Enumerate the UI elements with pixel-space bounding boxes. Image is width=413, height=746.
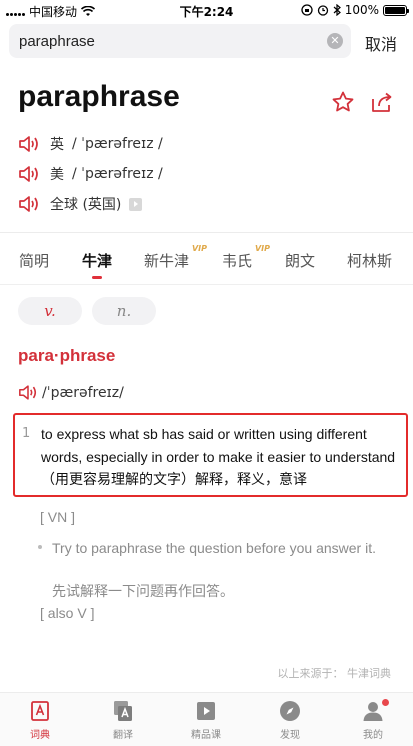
notification-dot xyxy=(382,699,389,706)
speaker-icon[interactable] xyxy=(18,165,40,183)
translate-icon xyxy=(114,701,132,721)
speaker-icon[interactable] xyxy=(18,135,40,153)
definition-highlight: 1 to express what sb has said or written… xyxy=(13,413,408,497)
nav-discover[interactable]: 发现 xyxy=(260,699,320,741)
expand-arrow-icon[interactable] xyxy=(129,197,143,211)
pron-ipa: / ˈpærəfreɪz / xyxy=(72,136,163,152)
dictionary-icon xyxy=(31,701,49,721)
pron-global[interactable]: 全球 (英国) xyxy=(18,193,143,215)
grammar-code: [ VN ] xyxy=(40,509,76,525)
vip-badge: VIP xyxy=(191,244,208,253)
tab-longman[interactable]: 朗文 xyxy=(285,250,315,271)
pron-region-label: 全球 (英国) xyxy=(50,197,122,213)
search-box: ✕ xyxy=(9,24,351,58)
favorite-star-icon[interactable] xyxy=(331,90,355,114)
speaker-icon[interactable] xyxy=(18,195,40,213)
pron-ipa: / ˈpærəfreɪz / xyxy=(72,166,163,182)
battery-icon xyxy=(383,4,409,16)
bluetooth-icon xyxy=(333,4,341,16)
active-tab-indicator xyxy=(92,276,102,279)
tab-concise[interactable]: 简明 xyxy=(19,250,49,271)
definition-text: to express what sb has said or written u… xyxy=(41,426,396,487)
source-note: 以上来源于： 牛津词典 xyxy=(277,667,392,680)
clear-icon[interactable]: ✕ xyxy=(327,33,343,49)
sense-number: 1 xyxy=(22,426,31,441)
vip-badge: VIP xyxy=(254,244,271,253)
example-chinese: 先试解释一下问题再作回答。 xyxy=(52,584,234,600)
grammar-also: [ also V ] xyxy=(40,605,95,621)
share-icon[interactable] xyxy=(370,90,394,114)
compass-icon xyxy=(280,701,300,721)
tab-new-oxford[interactable]: 新牛津 VIP xyxy=(144,244,207,271)
speaker-icon[interactable] xyxy=(18,384,38,401)
search-input[interactable] xyxy=(19,24,319,58)
nav-profile[interactable]: 我的 xyxy=(343,699,403,741)
nav-dictionary[interactable]: 词典 xyxy=(10,699,70,741)
cancel-button[interactable]: 取消 xyxy=(365,31,397,55)
battery-percent: 100% xyxy=(344,3,379,17)
headword-title: paraphrase xyxy=(18,80,180,113)
example-bullet xyxy=(38,545,42,549)
bottom-nav: 词典 翻译 精品课 发现 我的 xyxy=(0,692,413,746)
nav-courses[interactable]: 精品课 xyxy=(176,699,236,741)
rotation-lock-icon xyxy=(301,4,313,16)
pron-uk[interactable]: 英 / ˈpærəfreɪz / xyxy=(18,133,163,155)
tab-oxford[interactable]: 牛津 xyxy=(82,250,112,271)
example-english: Try to paraphrase the question before yo… xyxy=(52,540,376,556)
course-icon xyxy=(197,702,215,720)
pos-pill-noun[interactable]: n. xyxy=(92,297,156,325)
alarm-icon xyxy=(317,5,328,16)
entry-pronunciation[interactable]: /ˈpærəfreɪz/ xyxy=(18,384,124,401)
tab-webster[interactable]: 韦氏 VIP xyxy=(222,244,270,271)
entry-headword: para·phrase xyxy=(18,346,116,365)
pron-region-label: 英 xyxy=(50,137,64,153)
pron-us[interactable]: 美 / ˈpærəfreɪz / xyxy=(18,163,163,185)
status-bar: 中国移动 下午2:24 100% xyxy=(0,0,413,20)
pos-pill-verb[interactable]: v. xyxy=(18,297,82,325)
pron-region-label: 美 xyxy=(50,167,64,183)
dictionary-tabs: 简明 牛津 新牛津 VIP 韦氏 VIP 朗文 柯林斯 xyxy=(0,233,413,285)
entry-ipa: /ˈpærəfreɪz/ xyxy=(42,384,124,401)
nav-translate[interactable]: 翻译 xyxy=(93,699,153,741)
tab-collins[interactable]: 柯林斯 xyxy=(347,250,392,271)
